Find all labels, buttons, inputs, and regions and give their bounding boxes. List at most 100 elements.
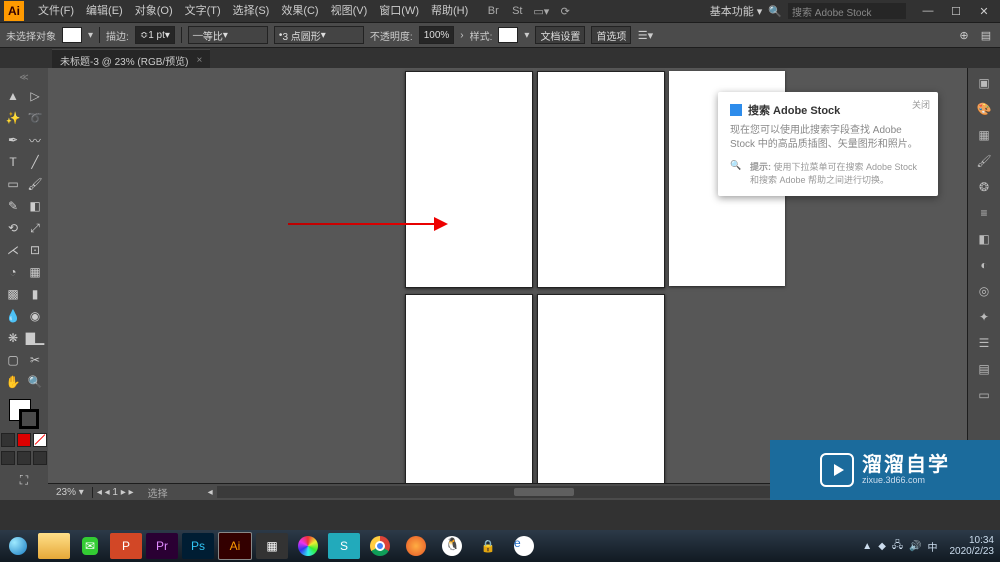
menu-select[interactable]: 选择(S) (227, 0, 276, 22)
symbol-sprayer-tool[interactable]: ❋ (2, 327, 24, 349)
asset-export-panel-icon[interactable]: ▤ (975, 360, 993, 378)
menu-window[interactable]: 窗口(W) (373, 0, 425, 22)
taskbar-color-icon[interactable] (292, 533, 324, 559)
brushes-panel-icon[interactable]: 🖌 (975, 152, 993, 170)
graph-tool[interactable]: ▇▁ (24, 327, 46, 349)
search-input[interactable]: 搜索 Adobe Stock (788, 3, 906, 19)
prefs-button[interactable]: 首选项 (591, 26, 631, 44)
layers-panel-icon[interactable]: ☰ (975, 334, 993, 352)
panel-menu-icon[interactable]: ▤ (978, 27, 994, 43)
taskbar-explorer-icon[interactable] (38, 533, 70, 559)
taskbar-photoshop-icon[interactable]: Ps (182, 533, 214, 559)
gradient-tool[interactable]: ▮ (24, 283, 46, 305)
minimize-button[interactable]: — (916, 5, 940, 18)
taskbar-qq-icon[interactable] (436, 533, 468, 559)
free-transform-tool[interactable]: ⊡ (24, 239, 46, 261)
gradient-mode-button[interactable] (17, 433, 31, 447)
line-tool[interactable]: ╱ (24, 151, 46, 173)
bridge-icon[interactable]: Br (484, 2, 502, 20)
brush-dropdown[interactable]: • 3 点圆形 ▾ (274, 26, 364, 44)
transform-icon[interactable]: ⊕ (956, 27, 972, 43)
tray-network-icon[interactable]: 🖧 (892, 538, 903, 555)
eyedropper-tool[interactable]: 💧 (2, 305, 24, 327)
magic-wand-tool[interactable]: ✨ (2, 107, 24, 129)
close-button[interactable]: ✕ (972, 5, 996, 18)
tray-input-icon[interactable]: 中 (928, 539, 938, 554)
blend-tool[interactable]: ◉ (24, 305, 46, 327)
taskbar-video-icon[interactable]: ▦ (256, 533, 288, 559)
stroke-weight-input[interactable]: ≎ 1 pt ▾ (135, 26, 175, 44)
stroke-panel-icon[interactable]: ≡ (975, 204, 993, 222)
lasso-tool[interactable]: ➰ (24, 107, 46, 129)
draw-inside-button[interactable] (33, 451, 47, 465)
none-mode-button[interactable] (33, 433, 47, 447)
screen-mode-button[interactable]: ⛶ (13, 469, 35, 491)
profile-dropdown[interactable]: — 等比 ▾ (188, 26, 268, 44)
type-tool[interactable]: T (2, 151, 24, 173)
maximize-button[interactable]: ☐ (944, 5, 968, 18)
width-tool[interactable]: ⋌ (2, 239, 24, 261)
document-tab[interactable]: 未标题-3 @ 23% (RGB/预览) × (52, 49, 210, 70)
taskbar-skype-icon[interactable]: S (328, 533, 360, 559)
taskbar-wechat-icon[interactable]: ✉ (74, 533, 106, 559)
stock-icon[interactable]: St (508, 2, 526, 20)
taskbar-lock-icon[interactable]: 🔒 (472, 533, 504, 559)
arrange-icon[interactable]: ▭▾ (532, 2, 550, 20)
slice-tool[interactable]: ✂ (24, 349, 46, 371)
selection-tool[interactable]: ▲ (2, 85, 24, 107)
artboard-1[interactable] (405, 71, 533, 288)
mesh-tool[interactable]: ▩ (2, 283, 24, 305)
menu-type[interactable]: 文字(T) (179, 0, 227, 22)
zoom-tool[interactable]: 🔍 (24, 371, 46, 393)
curvature-tool[interactable]: 〰 (24, 129, 46, 151)
style-swatch[interactable] (498, 27, 518, 43)
scale-tool[interactable]: ⤢ (24, 217, 46, 239)
workspace-switcher[interactable]: 基本功能 ▾ (704, 3, 769, 19)
search-icon[interactable]: 🔍 (768, 5, 782, 18)
menu-view[interactable]: 视图(V) (325, 0, 374, 22)
eraser-tool[interactable]: ◧ (24, 195, 46, 217)
start-button[interactable] (0, 530, 36, 562)
shaper-tool[interactable]: ✎ (2, 195, 24, 217)
tool-collapse-icon[interactable]: ≪ (19, 72, 28, 85)
rectangle-tool[interactable]: ▭ (2, 173, 24, 195)
taskbar-premiere-icon[interactable]: Pr (146, 533, 178, 559)
align-icon[interactable]: ☰▾ (637, 27, 653, 43)
symbols-panel-icon[interactable]: ❂ (975, 178, 993, 196)
swatches-panel-icon[interactable]: ▦ (975, 126, 993, 144)
popup-close-button[interactable]: 关闭 (912, 98, 930, 111)
hand-tool[interactable]: ✋ (2, 371, 24, 393)
draw-behind-button[interactable] (17, 451, 31, 465)
system-tray[interactable]: ▲ ◆ 🖧 🔊 中 10:342020/2/23 (856, 535, 1000, 557)
menu-object[interactable]: 对象(O) (129, 0, 179, 22)
tray-clock[interactable]: 10:342020/2/23 (944, 535, 995, 557)
tray-volume-icon[interactable]: 🔊 (909, 541, 921, 552)
zoom-level[interactable]: 23% ▾ (48, 487, 93, 498)
shape-builder-tool[interactable]: ◔ (2, 261, 24, 283)
perspective-tool[interactable]: ▦ (24, 261, 46, 283)
appearance-panel-icon[interactable]: ◎ (975, 282, 993, 300)
fill-stroke-swatches[interactable] (9, 399, 39, 429)
tab-close-icon[interactable]: × (197, 55, 203, 66)
direct-selection-tool[interactable]: ▷ (24, 85, 46, 107)
menu-edit[interactable]: 编辑(E) (80, 0, 129, 22)
artboards-panel-icon[interactable]: ▭ (975, 386, 993, 404)
graphic-styles-panel-icon[interactable]: ✦ (975, 308, 993, 326)
menu-help[interactable]: 帮助(H) (425, 0, 474, 22)
fill-swatch[interactable] (62, 27, 82, 43)
taskbar-illustrator-icon[interactable]: Ai (218, 532, 252, 560)
rotate-tool[interactable]: ⟲ (2, 217, 24, 239)
opacity-input[interactable]: 100% (419, 26, 455, 44)
artboard-2[interactable] (537, 71, 665, 288)
taskbar-chrome-icon[interactable] (364, 533, 396, 559)
artboard-4[interactable] (405, 294, 533, 500)
gradient-panel-icon[interactable]: ◧ (975, 230, 993, 248)
transparency-panel-icon[interactable]: ◐ (975, 256, 993, 274)
gpu-icon[interactable]: ⟳ (556, 2, 574, 20)
pen-tool[interactable]: ✒ (2, 129, 24, 151)
tray-shield-icon[interactable]: ◆ (878, 541, 886, 552)
color-panel-icon[interactable]: 🎨 (975, 100, 993, 118)
brush-tool[interactable]: 🖌 (24, 173, 46, 195)
menu-file[interactable]: 文件(F) (32, 0, 80, 22)
tray-flag-icon[interactable]: ▲ (862, 541, 872, 552)
